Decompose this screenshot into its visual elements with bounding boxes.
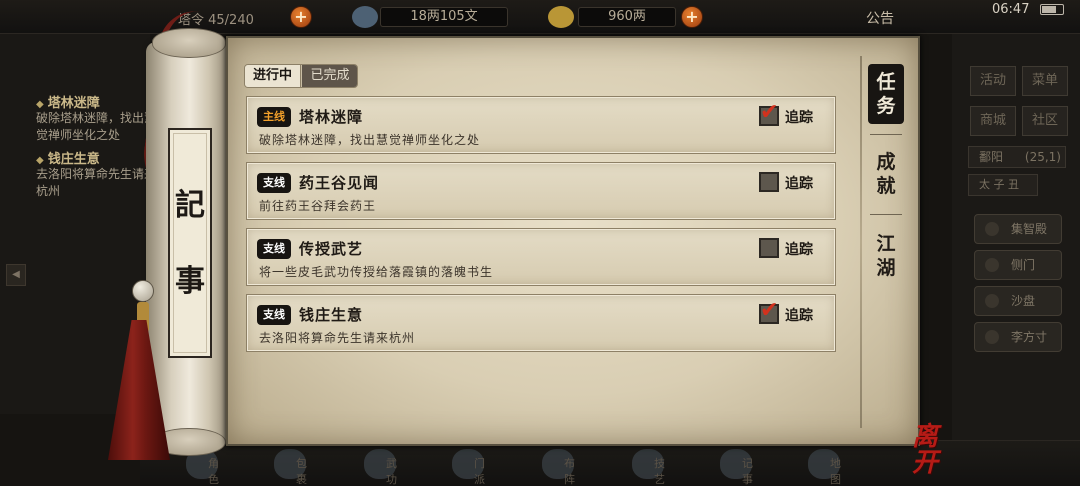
- quest-type-badge: 支线: [257, 173, 291, 193]
- quest-card[interactable]: 支线 传授武艺 将一些皮毛武功传授给落霞镇的落魄书生 追踪: [246, 228, 836, 286]
- npc-list-item[interactable]: 集智殿: [974, 214, 1062, 244]
- star-icon: [985, 222, 999, 236]
- tab-completed[interactable]: 已完成: [302, 65, 357, 87]
- scroll-label-char: 事: [175, 264, 205, 299]
- tab-tasks[interactable]: 任 务: [868, 64, 904, 124]
- npc-list-item[interactable]: 李方寸: [974, 322, 1062, 352]
- npc-list-label: 集智殿: [1011, 222, 1048, 236]
- quest-description: 破除塔林迷障，找出慧觉禅师坐化之处: [259, 133, 481, 147]
- track-label: 追踪: [785, 176, 813, 192]
- toolbar-label: 记事: [742, 457, 753, 486]
- toolbar-map[interactable]: 地图: [808, 449, 848, 486]
- location-coords: (25,1): [1024, 150, 1061, 164]
- side-tab-divider: [870, 134, 902, 135]
- toolbar-skills[interactable]: 技艺: [632, 449, 672, 486]
- location-name: 鄱阳: [979, 150, 1004, 164]
- track-label: 追踪: [785, 110, 813, 126]
- battery-icon: [1040, 4, 1064, 15]
- quest-card[interactable]: 主线 塔林迷障 破除塔林迷障，找出慧觉禅师坐化之处 ✔ 追踪: [246, 96, 836, 154]
- toolbar-label: 地图: [830, 457, 841, 486]
- journal-scroll-label: 記 事: [168, 128, 212, 358]
- tracker-quest-desc: 去洛阳将算命先生请来杭州: [36, 167, 157, 198]
- add-stamina-button[interactable]: +: [290, 6, 312, 28]
- quest-type-badge: 支线: [257, 239, 291, 259]
- menu-button[interactable]: 菜单: [1022, 66, 1068, 96]
- quest-title: 钱庄生意: [299, 306, 364, 324]
- top-resource-bar: 塔令 45/240 + 18两105文 960两 + 公告 06:47: [0, 0, 1080, 34]
- add-silver-button[interactable]: +: [681, 6, 703, 28]
- quest-description: 将一些皮毛武功传授给落霞镇的落魄书生: [259, 265, 494, 279]
- scroll-label-char: 記: [175, 188, 205, 223]
- status-clock: 06:47: [992, 2, 1030, 17]
- quest-card[interactable]: 支线 钱庄生意 去洛阳将算命先生请来杭州 ✔ 追踪: [246, 294, 836, 352]
- leave-button[interactable]: 离开: [912, 424, 958, 476]
- npc-list-label: 李方寸: [1011, 330, 1048, 344]
- quest-description: 前往药王谷拜会药王: [259, 199, 377, 213]
- quest-description: 去洛阳将算命先生请来杭州: [259, 331, 416, 345]
- toolbar-label: 角色: [208, 457, 219, 486]
- npc-list-item[interactable]: 侧门: [974, 250, 1062, 280]
- shop-button[interactable]: 商城: [970, 106, 1016, 136]
- quest-title: 塔林迷障: [299, 108, 364, 126]
- track-checkbox[interactable]: 追踪: [759, 236, 829, 260]
- moon-icon: [985, 294, 999, 308]
- tracker-title-text: 钱庄生意: [47, 152, 100, 167]
- moon-icon: [985, 258, 999, 272]
- checkmark-icon: ✔: [760, 298, 779, 323]
- jade-bead-icon: [132, 280, 154, 302]
- npc-list-item[interactable]: 沙盘: [974, 286, 1062, 316]
- copper-coin-icon: [352, 6, 378, 28]
- quest-type-badge: 支线: [257, 305, 291, 325]
- track-label: 追踪: [785, 242, 813, 258]
- notice-button[interactable]: 公告: [866, 8, 894, 28]
- toolbar-label: 武功: [386, 457, 397, 486]
- track-label: 追踪: [785, 308, 813, 324]
- silver-amount: 960两: [578, 7, 676, 27]
- checkmark-icon: ✔: [760, 100, 779, 125]
- checkbox-box: [759, 172, 779, 192]
- tracker-quest-desc: 破除塔林迷障，找出慧觉禅师坐化之处: [36, 111, 157, 142]
- toolbar-sect[interactable]: 门派: [452, 449, 492, 486]
- quest-status-toggle: 进行中 已完成: [244, 64, 358, 88]
- silver-ingot-icon: [548, 6, 574, 28]
- quest-title: 传授武艺: [299, 240, 364, 258]
- location-bar: 鄱阳 (25,1): [968, 146, 1066, 168]
- toolbar-label: 技艺: [654, 457, 665, 486]
- quest-card[interactable]: 支线 药王谷见闻 前往药王谷拜会药王 追踪: [246, 162, 836, 220]
- diamond-marker-icon: ◆: [36, 99, 44, 110]
- toolbar-label: 布阵: [564, 457, 575, 486]
- side-tab-separator: [860, 56, 862, 428]
- track-checkbox[interactable]: ✔ 追踪: [759, 298, 829, 326]
- toolbar-label: 包裹: [296, 457, 307, 486]
- side-tab-divider: [870, 214, 902, 215]
- time-bar: 太 子 丑: [968, 174, 1038, 196]
- tracker-title-text: 塔林迷障: [47, 96, 100, 111]
- checkbox-box: [759, 238, 779, 258]
- tab-achievements[interactable]: 成 就: [868, 150, 904, 198]
- quest-journal-panel: 进行中 已完成 主线 塔林迷障 破除塔林迷障，找出慧觉禅师坐化之处 ✔ 追踪 支…: [226, 36, 920, 446]
- person-icon: [985, 330, 999, 344]
- quest-title: 药王谷见闻: [299, 174, 380, 192]
- tracker-quest-title[interactable]: ◆ 钱庄生意: [36, 148, 100, 167]
- tab-in-progress[interactable]: 进行中: [245, 65, 301, 87]
- tracker-quest-title[interactable]: ◆ 塔林迷障: [36, 92, 100, 111]
- toolbar-martial[interactable]: 武功: [364, 449, 404, 486]
- npc-list-label: 沙盘: [1011, 294, 1036, 308]
- scroll-cap-top: [152, 28, 226, 58]
- toolbar-label: 门派: [474, 457, 485, 486]
- track-checkbox[interactable]: ✔ 追踪: [759, 100, 829, 128]
- copper-amount: 18两105文: [380, 7, 508, 27]
- toolbar-journal[interactable]: 记事: [720, 449, 760, 486]
- community-button[interactable]: 社区: [1022, 106, 1068, 136]
- track-checkbox[interactable]: 追踪: [759, 170, 829, 194]
- toolbar-bag[interactable]: 包裹: [274, 449, 314, 486]
- tab-jianghu[interactable]: 江 湖: [868, 232, 904, 280]
- diamond-marker-icon: ◆: [36, 155, 44, 166]
- activity-button[interactable]: 活动: [970, 66, 1016, 96]
- toolbar-formation[interactable]: 布阵: [542, 449, 582, 486]
- npc-list-label: 侧门: [1011, 258, 1036, 272]
- collapse-tracker-arrow[interactable]: ◀: [6, 264, 26, 286]
- quest-type-badge: 主线: [257, 107, 291, 127]
